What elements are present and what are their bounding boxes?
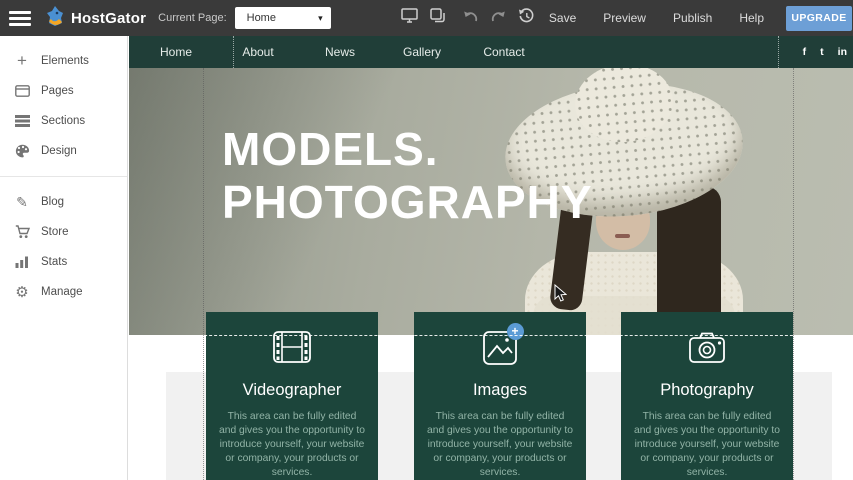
hero-title[interactable]: MODELS. PHOTOGRAPHY [222,123,593,229]
sidebar-item-blog[interactable]: ✎ Blog [0,187,127,217]
page-dropdown[interactable]: Home ▾ [235,7,331,29]
linkedin-icon[interactable]: in [838,46,847,58]
site-nav-about[interactable]: About [217,45,299,59]
plus-icon: + [13,51,31,71]
upgrade-button[interactable]: UPGRADE [786,6,852,31]
sidebar-item-elements[interactable]: + Elements [0,46,127,76]
undo-icon[interactable] [462,9,479,28]
editor-canvas: Home About News Gallery Contact f t in M… [129,36,853,480]
sidebar-item-design[interactable]: Design [0,136,127,166]
hero-title-line1: MODELS. [222,123,593,176]
twitter-icon[interactable]: t [820,46,824,58]
device-preview-group [401,8,446,28]
editor-topbar: HostGator Current Page: Home ▾ [0,0,853,36]
palette-icon [13,144,31,158]
content-right-guide [793,68,794,480]
hamburger-menu-icon[interactable] [9,11,31,26]
gear-icon: ⚙ [13,283,31,301]
sidebar-item-pages[interactable]: Pages [0,76,127,106]
brand-name: HostGator [71,10,146,27]
desktop-preview-icon[interactable] [401,8,418,28]
site-nav-gallery[interactable]: Gallery [381,45,463,59]
redo-icon[interactable] [490,9,507,28]
site-navbar: Home About News Gallery Contact f t in [129,36,853,68]
help-button[interactable]: Help [739,11,764,25]
cart-icon [13,225,31,239]
add-image-badge[interactable]: + [507,323,524,340]
content-left-guide [203,68,204,480]
history-group [462,8,535,29]
chevron-down-icon: ▾ [318,13,323,24]
feature-card-photography[interactable]: Photography This area can be fully edite… [621,312,793,480]
nav-selection-separator [233,36,234,68]
hostgator-logo: HostGator [45,5,146,32]
mobile-preview-icon[interactable] [430,8,446,28]
page-dropdown-value: Home [247,12,276,24]
mouse-cursor [554,284,567,308]
page-icon [13,85,31,97]
feature-card-images[interactable]: + Images This area can be fully edited a… [414,312,586,480]
gator-mascot-icon [45,5,66,32]
bar-chart-icon [13,256,31,268]
section-bottom-guide [129,335,853,336]
sections-icon [13,115,31,127]
pencil-icon: ✎ [13,194,31,211]
sidebar-item-stats[interactable]: Stats [0,247,127,277]
card-body: This area can be fully edited and gives … [219,410,365,480]
editor-sidebar: + Elements Pages Sections [0,36,128,480]
card-title: Photography [621,381,793,400]
card-title: Images [414,381,586,400]
publish-button[interactable]: Publish [673,11,712,25]
sidebar-item-sections[interactable]: Sections [0,106,127,136]
sidebar-item-store[interactable]: Store [0,217,127,247]
site-nav-contact[interactable]: Contact [463,45,545,59]
feature-card-videographer[interactable]: Videographer This area can be fully edit… [206,312,378,480]
current-page-label: Current Page: [158,12,226,24]
site-nav-home[interactable]: Home [135,45,217,59]
card-title: Videographer [206,381,378,400]
topbar-actions: Save Preview Publish Help [549,11,764,25]
card-body: This area can be fully edited and gives … [634,410,780,480]
facebook-icon[interactable]: f [803,46,807,58]
card-body: This area can be fully edited and gives … [427,410,573,480]
hero-title-line2: PHOTOGRAPHY [222,176,593,229]
nav-selection-separator [778,36,779,68]
save-button[interactable]: Save [549,11,576,25]
site-nav-news[interactable]: News [299,45,381,59]
sidebar-divider [0,176,127,177]
social-links: f t in [803,36,847,68]
sidebar-item-manage[interactable]: ⚙ Manage [0,277,127,307]
preview-button[interactable]: Preview [603,11,646,25]
history-icon[interactable] [518,8,535,29]
hero-section[interactable]: MODELS. PHOTOGRAPHY [129,68,853,335]
